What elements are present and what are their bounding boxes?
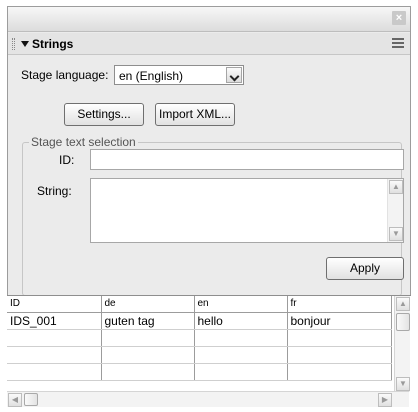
stage-text-selection-legend: Stage text selection <box>31 135 136 149</box>
table-row[interactable]: IDS_001 guten tag hello bonjour <box>7 312 392 330</box>
string-label: String: <box>37 184 72 198</box>
table-vertical-scrollbar[interactable]: ▲ ▼ <box>394 296 410 392</box>
collapse-triangle-icon[interactable] <box>21 41 29 47</box>
scroll-down-icon[interactable]: ▼ <box>396 377 410 391</box>
scroll-up-icon[interactable]: ▲ <box>396 297 410 311</box>
cell-fr[interactable]: bonjour <box>287 312 392 330</box>
table-row-empty[interactable] <box>7 346 392 364</box>
column-header-de[interactable]: de <box>101 296 195 313</box>
import-xml-button[interactable]: Import XML... <box>155 103 235 126</box>
panel-title[interactable]: Strings <box>32 37 73 51</box>
cell-id[interactable]: IDS_001 <box>7 312 102 330</box>
stage-language-label: Stage language: <box>21 68 109 82</box>
scroll-down-icon[interactable]: ▼ <box>389 227 403 241</box>
table-row-empty[interactable] <box>7 363 392 381</box>
string-textarea[interactable]: ▲ ▼ <box>90 178 404 243</box>
scroll-left-icon[interactable]: ◀ <box>8 393 22 407</box>
drag-grip-icon[interactable] <box>12 38 15 50</box>
table-row-empty[interactable] <box>7 329 392 347</box>
settings-button[interactable]: Settings... <box>64 103 144 126</box>
id-field[interactable] <box>90 149 404 170</box>
apply-button[interactable]: Apply <box>326 257 404 280</box>
column-header-en[interactable]: en <box>194 296 288 313</box>
scroll-right-icon[interactable]: ▶ <box>378 393 392 407</box>
column-header-fr[interactable]: fr <box>287 296 392 313</box>
panel-header[interactable]: Strings <box>8 33 410 55</box>
id-label: ID: <box>59 153 75 167</box>
scroll-thumb[interactable] <box>396 313 410 331</box>
table-header-row: ID de en fr <box>7 296 392 313</box>
table-horizontal-scrollbar[interactable]: ◀ ▶ <box>7 391 409 407</box>
chevron-down-icon[interactable] <box>226 67 242 83</box>
strings-table: ID de en fr IDS_001 guten tag hello bonj… <box>7 295 411 407</box>
stage-language-value: en (English) <box>119 69 184 83</box>
cell-de[interactable]: guten tag <box>101 312 195 330</box>
strings-table-grid: ID de en fr IDS_001 guten tag hello bonj… <box>7 296 392 381</box>
close-icon[interactable]: × <box>392 11 406 25</box>
options-menu-icon[interactable] <box>392 38 404 50</box>
string-scrollbar[interactable]: ▲ ▼ <box>387 179 403 242</box>
scroll-thumb[interactable] <box>24 393 38 406</box>
column-header-id[interactable]: ID <box>7 296 102 313</box>
cell-en[interactable]: hello <box>194 312 288 330</box>
scroll-up-icon[interactable]: ▲ <box>389 180 403 194</box>
stage-language-select[interactable]: en (English) <box>114 65 244 85</box>
window-titlebar: × <box>8 7 410 32</box>
